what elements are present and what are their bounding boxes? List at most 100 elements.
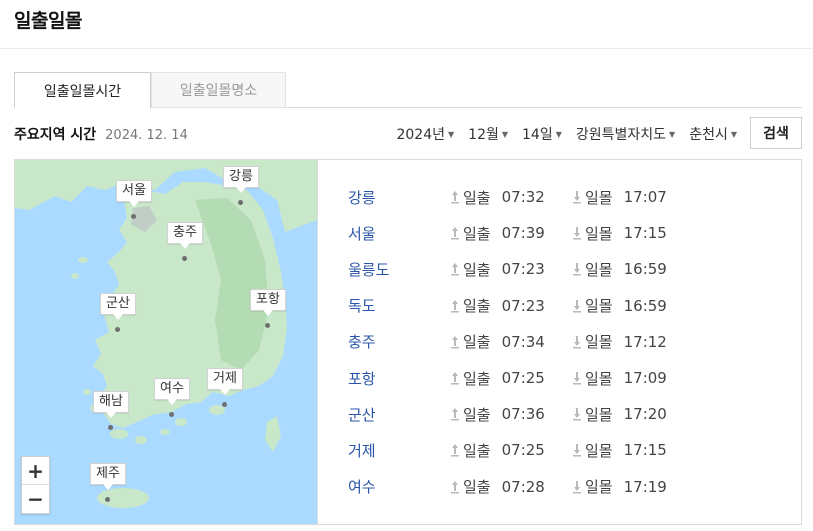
map-pin-haenam[interactable]: 해남	[93, 391, 129, 430]
chevron-down-icon: ▼	[448, 129, 455, 139]
section-date: 2024. 12. 14	[105, 128, 188, 143]
sunrise-label: 일출	[463, 369, 491, 388]
sunset-label: 일몰	[585, 405, 613, 424]
title-divider	[0, 48, 813, 49]
search-button[interactable]: 검색	[750, 117, 802, 149]
sunset-time: 17:07	[623, 188, 667, 207]
map-pin-label: 여수	[154, 378, 190, 405]
month-select[interactable]: 12월 ▼	[468, 124, 508, 144]
map-pin-jeju[interactable]: 제주	[90, 463, 126, 502]
map-pin-yeosu[interactable]: 여수	[154, 378, 190, 417]
province-select[interactable]: 강원특별자치도 ▼	[576, 124, 675, 144]
korea-map[interactable]: 강릉 서울 충주 군산 포항 여수 거제 해남 제주	[15, 160, 317, 524]
sunset-label: 일몰	[585, 297, 613, 316]
map-pin-label: 거제	[207, 368, 243, 395]
map-marker-icon	[238, 200, 244, 205]
map-marker-icon	[182, 256, 188, 261]
tab-sunrise-sunset-times[interactable]: 일출일몰시간	[14, 72, 151, 109]
sunrise-time: 07:32	[501, 188, 545, 207]
zoom-out-button[interactable]: −	[22, 485, 49, 513]
map-pin-label: 포항	[250, 289, 286, 316]
sunrise-time: 07:39	[501, 224, 545, 243]
month-select-value: 12월	[468, 127, 499, 143]
city-link[interactable]: 포항	[348, 368, 449, 389]
sunrise-arrow-icon	[449, 224, 461, 242]
sunset-label: 일몰	[585, 369, 613, 388]
sunrise-arrow-icon	[449, 333, 461, 351]
day-select[interactable]: 14일 ▼	[522, 124, 562, 144]
sunrise-arrow-icon	[449, 260, 461, 278]
tab-bar: 일출일몰시간 일출일몰명소	[14, 72, 802, 109]
sunset-arrow-icon	[571, 405, 583, 423]
map-marker-icon	[131, 214, 137, 219]
chevron-down-icon: ▼	[501, 129, 509, 139]
map-pin-seoul[interactable]: 서울	[116, 180, 152, 219]
sunrise-arrow-icon	[449, 441, 461, 459]
list-item: 충주 일출 07:34 일몰 17:12	[348, 324, 788, 360]
chevron-down-icon: ▼	[730, 129, 737, 139]
city-link[interactable]: 서울	[348, 223, 449, 244]
map-pin-label: 군산	[100, 293, 136, 320]
sunrise-label: 일출	[463, 297, 491, 316]
sunset-time: 17:15	[623, 224, 667, 243]
sunrise-arrow-icon	[449, 369, 461, 387]
map-pin-chungju[interactable]: 충주	[167, 222, 203, 261]
city-link[interactable]: 거제	[348, 440, 449, 461]
map-pin-geoje[interactable]: 거제	[207, 368, 243, 407]
day-select-value: 14일	[522, 127, 553, 143]
city-link[interactable]: 여수	[348, 476, 449, 497]
sunrise-label: 일출	[463, 224, 491, 243]
sunrise-time: 07:36	[501, 405, 545, 424]
year-select[interactable]: 2024년 ▼	[396, 124, 454, 144]
sunset-time: 16:59	[623, 296, 667, 315]
chevron-down-icon: ▼	[555, 129, 562, 139]
map-marker-icon	[115, 327, 121, 332]
sunset-time: 17:19	[623, 477, 667, 496]
sunset-time: 17:20	[623, 405, 667, 424]
filter-bar: 2024년 ▼ 12월 ▼ 14일 ▼ 강원특별자치도 ▼ 춘천시 ▼	[382, 122, 737, 146]
list-item: 여수 일출 07:28 일몰 17:19	[348, 469, 788, 505]
list-item: 울릉도 일출 07:23 일몰 16:59	[348, 251, 788, 287]
map-pin-gangneung[interactable]: 강릉	[223, 166, 259, 205]
city-link[interactable]: 울릉도	[348, 259, 449, 280]
city-link[interactable]: 충주	[348, 331, 449, 352]
sunrise-time: 07:25	[501, 441, 545, 460]
sunset-label: 일몰	[585, 333, 613, 352]
map-zoom-control: + −	[21, 456, 50, 514]
city-link[interactable]: 독도	[348, 295, 449, 316]
city-link[interactable]: 강릉	[348, 187, 449, 208]
sunrise-arrow-icon	[449, 478, 461, 496]
sunset-arrow-icon	[571, 333, 583, 351]
list-item: 독도 일출 07:23 일몰 16:59	[348, 288, 788, 324]
sunset-label: 일몰	[585, 260, 613, 279]
map-pin-pohang[interactable]: 포항	[250, 289, 286, 328]
city-select-value: 춘천시	[689, 127, 728, 143]
sunrise-label: 일출	[463, 441, 491, 460]
map-marker-icon	[108, 425, 114, 430]
city-link[interactable]: 군산	[348, 404, 449, 425]
map-marker-icon	[265, 323, 271, 328]
sunrise-time: 07:23	[501, 296, 545, 315]
city-select[interactable]: 춘천시 ▼	[689, 124, 737, 144]
province-select-value: 강원특별자치도	[575, 127, 667, 143]
map-pin-gunsan[interactable]: 군산	[100, 293, 136, 332]
map-pin-label: 서울	[116, 180, 152, 207]
list-item: 군산 일출 07:36 일몰 17:20	[348, 396, 788, 432]
list-item: 강릉 일출 07:32 일몰 17:07	[348, 179, 788, 215]
section-title: 주요지역 시간	[14, 127, 97, 143]
map-pin-label: 충주	[167, 222, 203, 249]
panel-divider	[317, 160, 318, 524]
sunrise-label: 일출	[463, 405, 491, 424]
sunset-time: 17:15	[623, 441, 667, 460]
tab-sunrise-sunset-spots[interactable]: 일출일몰명소	[151, 72, 286, 108]
sunset-arrow-icon	[571, 297, 583, 315]
sunrise-label: 일출	[463, 188, 491, 207]
sunrise-time: 07:25	[501, 369, 545, 388]
sunset-arrow-icon	[571, 260, 583, 278]
sunrise-label: 일출	[463, 260, 491, 279]
sunrise-label: 일출	[463, 478, 491, 497]
zoom-in-button[interactable]: +	[22, 457, 49, 485]
sunset-label: 일몰	[585, 478, 613, 497]
sunrise-time: 07:34	[501, 332, 545, 351]
sunset-label: 일몰	[585, 441, 613, 460]
